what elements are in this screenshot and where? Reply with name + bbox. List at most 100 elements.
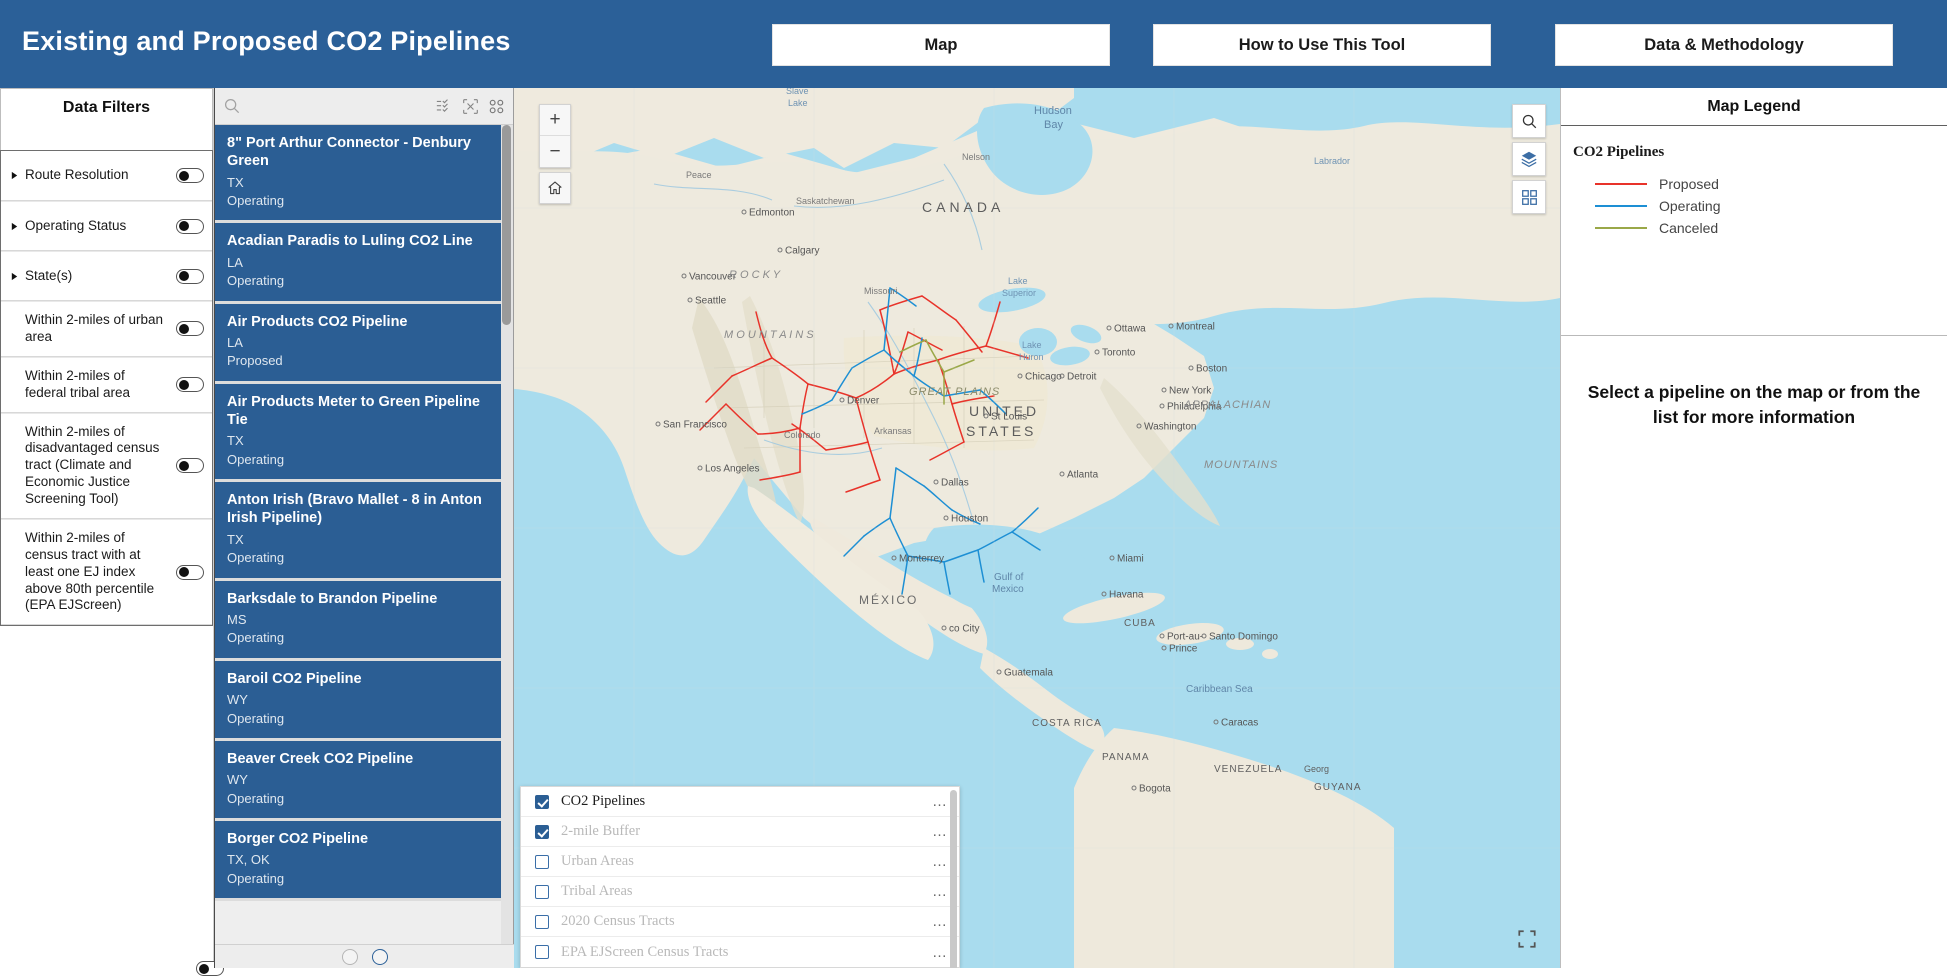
filter-label: Within 2-miles of disadvantaged census t… [25, 424, 172, 508]
zoom-in-button[interactable]: + [540, 105, 570, 136]
pipeline-status: Operating [227, 272, 501, 290]
layer-menu-icon[interactable]: … [932, 793, 949, 810]
pipeline-state: MS [227, 611, 501, 629]
map-region-label: Gulf of [994, 572, 1024, 583]
layer-checkbox[interactable] [535, 825, 549, 839]
pager-dot-next[interactable] [372, 949, 388, 965]
layer-row[interactable]: Tribal Areas… [521, 877, 959, 907]
pipeline-list-scrollbar[interactable] [501, 125, 513, 961]
filter-label: Operating Status [25, 218, 172, 235]
map-city-label: Denver [847, 396, 880, 407]
legend-swatch [1595, 183, 1647, 185]
filter-row[interactable]: Operating Status [1, 201, 212, 251]
pipeline-list-item[interactable]: Baroil CO2 PipelineWYOperating [215, 661, 513, 741]
filter-toggle[interactable] [176, 377, 204, 392]
map-region-label: Peace [686, 170, 712, 180]
pipeline-search-input[interactable] [247, 99, 430, 114]
filter-row[interactable]: Within 2-miles of urban area [1, 301, 212, 357]
filter-toggle[interactable] [176, 321, 204, 336]
filter-row[interactable]: Within 2-miles of disadvantaged census t… [1, 413, 212, 519]
pipeline-list-item[interactable]: Beaver Creek CO2 PipelineWYOperating [215, 741, 513, 821]
pager-dot-prev[interactable] [342, 949, 358, 965]
tab-how-to-use-this-tool[interactable]: How to Use This Tool [1153, 24, 1491, 66]
layer-checkbox[interactable] [535, 885, 549, 899]
legend-item: Proposed [1573, 173, 1947, 195]
map-region-label: Slave [786, 88, 809, 96]
map-layers-button[interactable] [1512, 142, 1546, 176]
layer-menu-icon[interactable]: … [932, 823, 949, 840]
tab-data-and-methodology[interactable]: Data & Methodology [1555, 24, 1893, 66]
pipeline-list-item[interactable]: Borger CO2 PipelineTX, OKOperating [215, 821, 513, 901]
legend-item: Canceled [1573, 217, 1947, 239]
map-city-label: Chicago [1025, 372, 1062, 383]
pipeline-name: Air Products Meter to Green Pipeline Tie [227, 393, 501, 430]
zoom-out-button[interactable]: − [540, 136, 570, 167]
map-region-label: MÉXICO [859, 592, 918, 607]
map-city-label: Caracas [1221, 718, 1258, 729]
map-legend-title: Map Legend [1561, 88, 1947, 126]
map-basemap-button[interactable] [1512, 180, 1546, 214]
map-city-label: New York [1169, 386, 1212, 397]
filter-row[interactable]: Within 2-miles of federal tribal area [1, 357, 212, 413]
layer-checkbox[interactable] [535, 945, 549, 959]
pipeline-name: Borger CO2 Pipeline [227, 830, 501, 848]
legend-group-title: CO2 Pipelines [1573, 144, 1947, 161]
pipeline-list-item[interactable]: Air Products CO2 PipelineLAProposed [215, 304, 513, 384]
map-region-label: Saskatchewan [796, 196, 855, 206]
filter-toggle[interactable] [176, 458, 204, 473]
filter-toggle[interactable] [176, 219, 204, 234]
filter-row[interactable]: State(s) [1, 251, 212, 301]
layer-menu-icon[interactable]: … [932, 853, 949, 870]
pipeline-list-item[interactable]: Air Products Meter to Green Pipeline Tie… [215, 384, 513, 482]
pipeline-state: TX [227, 531, 501, 549]
layer-row[interactable]: 2020 Census Tracts… [521, 907, 959, 937]
pipeline-list-item[interactable]: Barksdale to Brandon PipelineMSOperating [215, 581, 513, 661]
pipeline-status: Operating [227, 870, 501, 888]
map-region-label: PANAMA [1102, 752, 1150, 763]
layer-row[interactable]: Urban Areas … [521, 847, 959, 877]
layer-menu-icon[interactable]: … [932, 883, 949, 900]
filter-toggle[interactable] [176, 565, 204, 580]
layer-checkbox[interactable] [535, 795, 549, 809]
grid-view-icon[interactable] [488, 98, 505, 115]
filter-label: Within 2-miles of urban area [25, 312, 172, 346]
clear-selection-icon[interactable] [462, 98, 479, 115]
layers-panel-scrollbar[interactable] [950, 790, 957, 968]
layer-menu-icon[interactable]: … [932, 913, 949, 930]
layer-label: Urban Areas [561, 853, 920, 870]
map-city-label: Miami [1117, 554, 1144, 565]
chevron-right-icon[interactable] [7, 272, 21, 281]
pipeline-list-panel: 8" Port Arthur Connector - Denbury Green… [214, 88, 514, 968]
select-all-icon[interactable] [436, 98, 453, 115]
pipeline-list-item[interactable]: 8" Port Arthur Connector - Denbury Green… [215, 125, 513, 223]
map-city-label: co City [949, 624, 980, 635]
chevron-right-icon[interactable] [7, 222, 21, 231]
layer-checkbox[interactable] [535, 915, 549, 929]
filter-row[interactable]: Within 2-miles of census tract with at l… [1, 519, 212, 625]
map-city-label: Boston [1196, 364, 1227, 375]
filter-label: State(s) [25, 268, 172, 285]
map-expand-button[interactable] [1516, 928, 1538, 950]
chevron-right-icon[interactable] [7, 171, 21, 180]
map-region-label: APPALACHIAN [1183, 399, 1271, 411]
legend-label: Canceled [1659, 220, 1718, 236]
map-search-button[interactable] [1512, 104, 1546, 138]
filter-toggle[interactable] [176, 269, 204, 284]
layer-row[interactable]: CO2 Pipelines… [521, 787, 959, 817]
layer-menu-icon[interactable]: … [932, 944, 949, 961]
layer-row[interactable]: EPA EJScreen Census Tracts… [521, 937, 959, 967]
data-filters-list: Route Resolution Operating Status State(s)… [0, 150, 213, 626]
map-view[interactable]: EdmontonCalgaryVancouverSeattleSan Franc… [514, 88, 1560, 968]
pipeline-list-item[interactable]: Anton Irish (Bravo Mallet - 8 in Anton I… [215, 482, 513, 580]
map-region-label: Georg [1304, 764, 1329, 774]
home-button[interactable] [539, 172, 571, 204]
zoom-controls[interactable]: + − [539, 104, 571, 168]
map-region-label: GREAT PLAINS [909, 386, 1000, 398]
filter-row[interactable]: Route Resolution [1, 151, 212, 201]
layer-row[interactable]: 2-mile Buffer… [521, 817, 959, 847]
pipeline-name: Acadian Paradis to Luling CO2 Line [227, 232, 501, 250]
filter-toggle[interactable] [176, 168, 204, 183]
tab-map[interactable]: Map [772, 24, 1110, 66]
layer-checkbox[interactable] [535, 855, 549, 869]
pipeline-list-item[interactable]: Acadian Paradis to Luling CO2 LineLAOper… [215, 223, 513, 303]
